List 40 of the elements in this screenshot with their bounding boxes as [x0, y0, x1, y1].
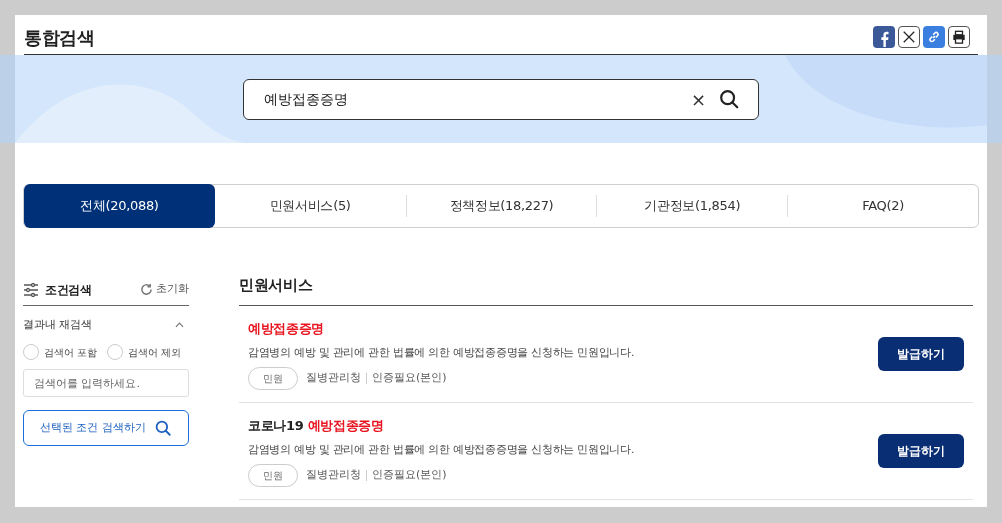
agency-name: 질병관리청	[306, 467, 361, 484]
print-button[interactable]	[948, 26, 970, 48]
result-tab[interactable]: 정책정보(18,227)	[406, 185, 597, 227]
reset-button[interactable]: 초기화	[140, 281, 189, 298]
result-title[interactable]: 코로나19 예방접종증명	[248, 416, 878, 436]
section-title: 결과내 재검색	[23, 316, 93, 333]
auth-requirement: 인증필요(본인)	[372, 370, 447, 387]
filter-title: 조건검색	[45, 281, 92, 299]
chevron-icon[interactable]	[175, 322, 184, 328]
filter-sliders-icon	[23, 282, 39, 297]
radio-label: 검색어 제외	[128, 345, 182, 360]
search-input[interactable]: 예방접종증명	[264, 88, 691, 110]
clear-button[interactable]: ×	[690, 85, 706, 113]
refresh-icon	[140, 283, 153, 296]
facebook-share-button[interactable]	[873, 26, 895, 48]
radio-label: 검색어 포함	[44, 345, 98, 360]
x-logo-icon	[902, 30, 916, 44]
printer-icon	[952, 30, 966, 44]
x-share-button[interactable]	[898, 26, 920, 48]
apply-filter-button[interactable]: 선택된 조건 검색하기	[23, 410, 189, 446]
result-tab[interactable]: 민원서비스(5)	[214, 185, 406, 227]
link-copy-button[interactable]	[923, 26, 945, 48]
page-title: 통합검색	[24, 25, 95, 50]
auth-requirement: 인증필요(본인)	[372, 467, 447, 484]
result-tab[interactable]: FAQ(2)	[788, 185, 978, 227]
search-field[interactable]: 예방접종증명 ×	[243, 78, 759, 120]
refine-search-field[interactable]: 검색어를 입력하세요.	[23, 369, 189, 397]
issue-button[interactable]: 발급하기	[878, 434, 964, 468]
agency-name: 질병관리청	[306, 370, 361, 387]
result-tab[interactable]: 기관정보(1,854)	[597, 185, 788, 227]
search-icon	[718, 88, 740, 110]
search-icon	[154, 419, 172, 437]
issue-button[interactable]: 발급하기	[878, 337, 964, 371]
facebook-icon	[879, 30, 889, 48]
section-heading: 민원서비스	[239, 275, 313, 297]
result-description: 감염병의 예방 및 관리에 관한 법률에 의한 예방접종증명을 신청하는 민원입니다.	[248, 344, 636, 361]
result-description: 감염병의 예방 및 관리에 관한 법률에 의한 예방접종증명을 신청하는 민원입니다.	[248, 441, 636, 458]
result-tab[interactable]: 전체(20,088)	[24, 184, 215, 228]
link-icon	[927, 30, 941, 44]
result-title[interactable]: 예방접종증명	[248, 319, 878, 339]
